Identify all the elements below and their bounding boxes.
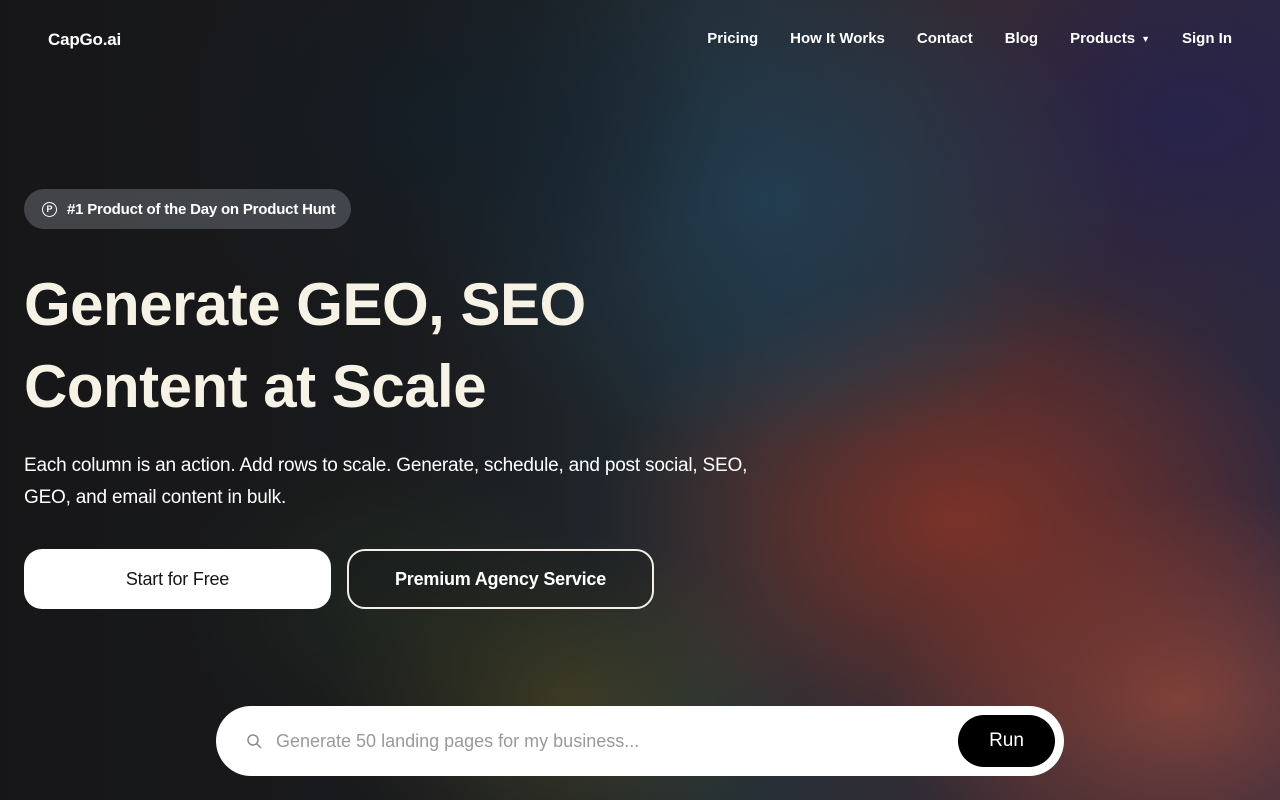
run-button[interactable]: Run (958, 715, 1055, 767)
product-hunt-badge[interactable]: P #1 Product of the Day on Product Hunt (24, 189, 352, 229)
hero-subtitle: Each column is an action. Add rows to sc… (24, 455, 748, 508)
nav-links: Pricing How It Works Contact Blog Produc… (707, 30, 1232, 47)
badge-text: #1 Product of the Day on Product Hunt (67, 200, 336, 218)
top-nav: CapGo.ai Pricing How It Works Contact Bl… (0, 0, 1280, 82)
hero-title-line1: Generate GEO, SEO (24, 271, 586, 338)
hero-title: Generate GEO, SEO Content at Scale (24, 264, 824, 428)
nav-sign-in[interactable]: Sign In (1182, 30, 1232, 47)
nav-blog[interactable]: Blog (1005, 30, 1038, 47)
nav-products-label: Products (1070, 30, 1136, 47)
nav-how-it-works[interactable]: How It Works (790, 30, 885, 47)
caret-down-icon: ▼ (1141, 33, 1150, 44)
premium-agency-service-button[interactable]: Premium Agency Service (347, 549, 654, 609)
hero-title-line2: Content at Scale (24, 353, 487, 420)
search-icon (247, 734, 262, 749)
nav-products[interactable]: Products ▼ (1070, 30, 1150, 47)
nav-pricing[interactable]: Pricing (707, 30, 758, 47)
prompt-input[interactable] (276, 726, 946, 756)
prompt-search-bar: Run (216, 706, 1064, 776)
product-hunt-icon: P (42, 201, 57, 217)
start-for-free-button[interactable]: Start for Free (24, 549, 331, 609)
brand-logo[interactable]: CapGo.ai (48, 30, 121, 50)
nav-contact[interactable]: Contact (917, 30, 973, 47)
